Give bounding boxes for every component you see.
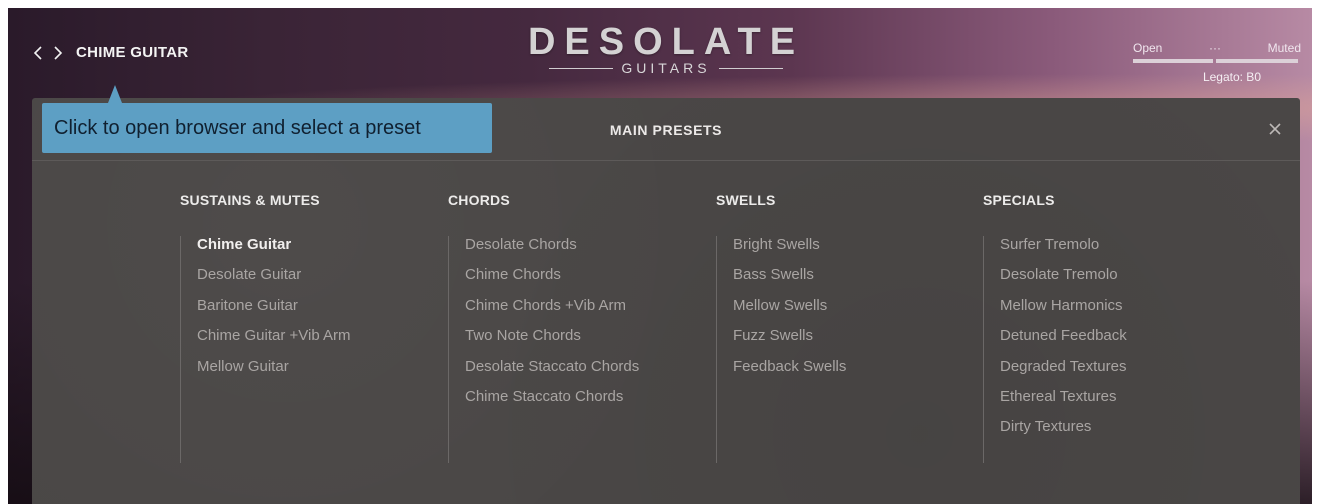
preset-item[interactable]: Chime Staccato Chords — [465, 388, 639, 418]
articulation-bar-open — [1133, 59, 1213, 63]
preset-item[interactable]: Ethereal Textures — [1000, 388, 1127, 418]
preset-item[interactable]: Chime Guitar +Vib Arm — [197, 327, 351, 357]
preset-list: Bright Swells Bass Swells Mellow Swells … — [716, 236, 846, 463]
column-specials: SPECIALS Surfer Tremolo Desolate Tremolo… — [983, 192, 1127, 463]
articulation-bar-muted — [1216, 59, 1298, 63]
preset-item[interactable]: Desolate Guitar — [197, 266, 351, 296]
articulation-bar[interactable] — [1133, 59, 1301, 63]
logo: DESOLATE GUITARS — [521, 22, 811, 76]
preset-name-button[interactable]: CHIME GUITAR — [76, 44, 188, 61]
preset-item[interactable]: Mellow Guitar — [197, 358, 351, 388]
column-heading: SUSTAINS & MUTES — [180, 192, 320, 208]
articulation-open[interactable]: Open — [1133, 41, 1162, 55]
logo-title: DESOLATE — [527, 21, 805, 63]
preset-item[interactable]: Fuzz Swells — [733, 327, 846, 357]
articulation-muted[interactable]: Muted — [1268, 41, 1301, 55]
chevron-right-icon[interactable] — [52, 45, 64, 61]
preset-item[interactable]: Detuned Feedback — [1000, 327, 1127, 357]
column-chords: CHORDS Desolate Chords Chime Chords Chim… — [448, 192, 639, 463]
logo-divider-right — [718, 67, 783, 69]
preset-item-spacer — [197, 418, 351, 448]
articulation-switch: Open ··· Muted Legato: B0 — [1133, 41, 1301, 84]
preset-item[interactable]: Baritone Guitar — [197, 297, 351, 327]
preset-item[interactable]: Desolate Staccato Chords — [465, 358, 639, 388]
preset-item[interactable]: Desolate Chords — [465, 236, 639, 266]
preset-item-spacer — [733, 418, 846, 448]
preset-item[interactable]: Bright Swells — [733, 236, 846, 266]
preset-item-spacer — [465, 418, 639, 448]
articulation-labels: Open ··· Muted — [1133, 41, 1301, 55]
preset-list: Chime Guitar Desolate Guitar Baritone Gu… — [180, 236, 351, 463]
articulation-middle[interactable]: ··· — [1209, 41, 1221, 55]
preset-item-spacer — [733, 388, 846, 418]
column-swells: SWELLS Bright Swells Bass Swells Mellow … — [716, 192, 846, 463]
preset-item[interactable]: Desolate Tremolo — [1000, 266, 1127, 296]
preset-list: Surfer Tremolo Desolate Tremolo Mellow H… — [983, 236, 1127, 463]
preset-item[interactable]: Two Note Chords — [465, 327, 639, 357]
preset-item[interactable]: Surfer Tremolo — [1000, 236, 1127, 266]
help-tooltip: Click to open browser and select a prese… — [42, 103, 492, 153]
preset-item-spacer — [197, 388, 351, 418]
preset-item[interactable]: Degraded Textures — [1000, 358, 1127, 388]
column-heading: SPECIALS — [983, 192, 1055, 208]
preset-item[interactable]: Feedback Swells — [733, 358, 846, 388]
preset-browser-panel: MAIN PRESETS SUSTAINS & MUTES Chime Guit… — [32, 98, 1300, 504]
tooltip-arrow — [108, 85, 122, 103]
logo-divider-left — [549, 67, 614, 69]
chevron-left-icon[interactable] — [32, 45, 44, 61]
preset-item[interactable]: Mellow Harmonics — [1000, 297, 1127, 327]
preset-item[interactable]: Bass Swells — [733, 266, 846, 296]
legato-label: Legato: B0 — [1202, 70, 1261, 84]
column-heading: CHORDS — [448, 192, 510, 208]
logo-subtitle: GUITARS — [621, 60, 711, 76]
instrument-window: CHIME GUITAR DESOLATE GUITARS Open ··· M… — [8, 8, 1312, 504]
close-icon[interactable] — [1266, 120, 1284, 138]
preset-item[interactable]: Dirty Textures — [1000, 418, 1127, 448]
column-sustains-mutes: SUSTAINS & MUTES Chime Guitar Desolate G… — [180, 192, 351, 463]
preset-item[interactable]: Chime Chords +Vib Arm — [465, 297, 639, 327]
preset-item-selected[interactable]: Chime Guitar — [197, 236, 351, 266]
column-heading: SWELLS — [716, 192, 776, 208]
preset-list: Desolate Chords Chime Chords Chime Chord… — [448, 236, 639, 463]
preset-item[interactable]: Mellow Swells — [733, 297, 846, 327]
preset-item[interactable]: Chime Chords — [465, 266, 639, 296]
preset-navigator: CHIME GUITAR — [32, 44, 188, 61]
